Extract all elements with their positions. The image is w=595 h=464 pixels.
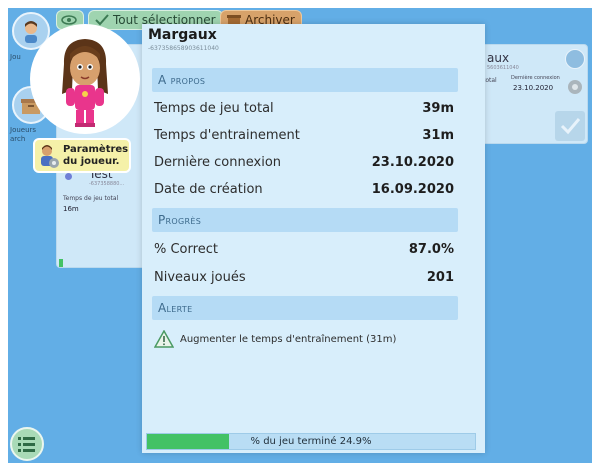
card-total-label: Temps de jeu total — [63, 195, 119, 202]
card-conn-value: 23.10.2020 — [513, 84, 554, 92]
players-label: Jou — [10, 53, 21, 61]
section-alert: Alerte — [152, 296, 458, 320]
stat-value: 23.10.2020 — [371, 154, 454, 170]
player-settings-text: Paramètres du joueur. — [63, 144, 128, 168]
stat-label: Date de création — [154, 181, 263, 197]
card-player-id: -637358880... — [89, 181, 125, 187]
player-id: -637358658903611040 — [148, 45, 219, 52]
card-player-id: 5603611040 — [487, 65, 519, 71]
player-settings-icon — [41, 144, 59, 168]
card-total-label: total — [483, 77, 497, 84]
player-name: Margaux — [148, 27, 217, 43]
status-dot — [65, 173, 72, 180]
app-screen: Jou Joueurs arch Tout sélectionner Archi… — [8, 8, 592, 463]
player-settings-line1: Paramètres — [63, 143, 129, 155]
card-player-name: aux — [487, 51, 510, 65]
gear-icon[interactable] — [565, 77, 585, 97]
card-total-value: 16m — [63, 205, 79, 213]
alert-item: Augmenter le temps d'entraînement (31m) — [154, 330, 396, 348]
game-completion-bar: % du jeu terminé 24.9% — [146, 433, 476, 450]
card-hand-button[interactable] — [565, 49, 585, 69]
stat-percent-correct: % Correct 87.0% — [154, 239, 454, 259]
avatar-girl-icon — [62, 39, 108, 127]
stat-levels-played: Niveaux joués 201 — [154, 267, 454, 287]
section-progress: Progrès — [152, 208, 458, 232]
warning-icon — [154, 330, 174, 348]
stat-value: 31m — [422, 127, 454, 143]
player-card-right[interactable]: aux 5603611040 total Dernière connexion … — [478, 44, 588, 144]
list-menu-button[interactable] — [10, 427, 44, 461]
stat-label: Temps d'entrainement — [154, 127, 300, 143]
stat-total-play-time: Temps de jeu total 39m — [154, 98, 454, 118]
stat-value: 16.09.2020 — [371, 181, 454, 197]
stat-value: 87.0% — [408, 241, 454, 257]
checkmark-icon — [560, 118, 581, 135]
player-settings-button[interactable]: Paramètres du joueur. — [33, 138, 131, 173]
stat-label: Temps de jeu total — [154, 100, 274, 116]
player-avatar — [30, 24, 140, 134]
player-details-popup: Margaux -637358658903611040 A propos Tem… — [142, 24, 485, 453]
card-progress — [59, 259, 63, 267]
card-select-checkbox[interactable] — [555, 111, 585, 141]
stat-last-login: Dernière connexion 23.10.2020 — [154, 152, 454, 172]
stat-label: Niveaux joués — [154, 269, 246, 285]
section-about: A propos — [152, 68, 458, 92]
stat-creation-date: Date de création 16.09.2020 — [154, 179, 454, 199]
player-settings-line2: du joueur. — [63, 155, 120, 167]
stat-value: 201 — [426, 269, 454, 285]
stat-value: 39m — [422, 100, 454, 116]
completion-label: % du jeu terminé 24.9% — [250, 436, 372, 447]
stat-label: Dernière connexion — [154, 154, 282, 170]
list-icon — [18, 437, 35, 452]
stat-label: % Correct — [154, 241, 218, 257]
alert-text: Augmenter le temps d'entraînement (31m) — [180, 333, 397, 345]
card-conn-label: Dernière connexion — [511, 75, 560, 81]
stat-training-time: Temps d'entrainement 31m — [154, 125, 454, 145]
